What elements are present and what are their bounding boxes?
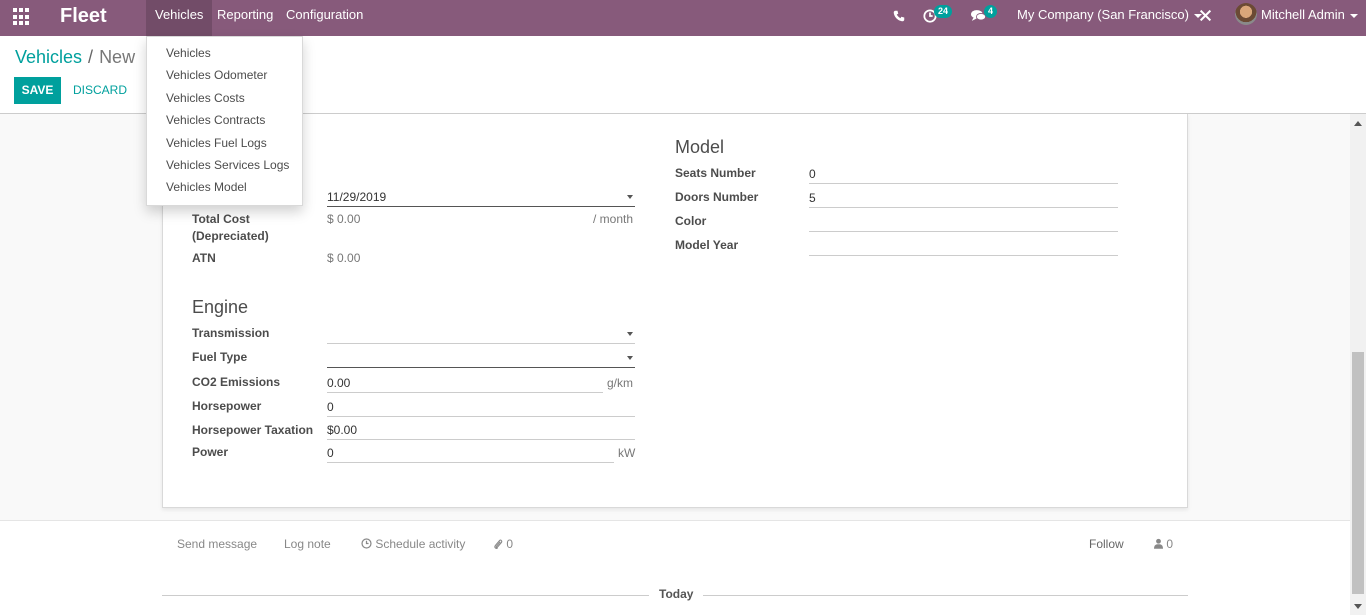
follow-button[interactable]: Follow xyxy=(1089,537,1124,551)
first-contract-date-value: 11/29/2019 xyxy=(327,190,387,204)
followers-button[interactable]: 0 xyxy=(1154,537,1173,551)
total-cost-unit: / month xyxy=(593,212,634,226)
dropdown-item-vehicles-costs[interactable]: Vehicles Costs xyxy=(147,87,302,109)
schedule-activity-label: Schedule activity xyxy=(375,537,466,551)
breadcrumb: Vehicles / New xyxy=(15,47,135,68)
vehicles-dropdown-menu: Vehicles Vehicles Odometer Vehicles Cost… xyxy=(146,36,303,206)
dropdown-item-vehicles[interactable]: Vehicles xyxy=(147,42,302,64)
menu-reporting[interactable]: Reporting xyxy=(208,0,282,36)
user-name: Mitchell Admin xyxy=(1261,7,1345,22)
today-label: Today xyxy=(649,587,704,601)
dropdown-item-vehicles-services-logs[interactable]: Vehicles Services Logs xyxy=(147,154,302,176)
transmission-select[interactable] xyxy=(327,324,635,344)
fuel-type-label: Fuel Type xyxy=(192,350,248,364)
activity-count-badge: 24 xyxy=(934,5,953,18)
company-name: My Company (San Francisco) xyxy=(1017,7,1189,22)
total-cost-label-line2: (Depreciated) xyxy=(192,229,269,243)
send-message-button[interactable]: Send message xyxy=(177,537,257,551)
user-icon xyxy=(1154,539,1163,550)
debug-tools-icon[interactable] xyxy=(1199,0,1212,36)
company-switcher[interactable]: My Company (San Francisco) xyxy=(1017,0,1202,36)
power-unit: kW xyxy=(618,446,636,460)
horsepower-taxation-input[interactable]: $0.00 xyxy=(327,420,635,440)
vertical-scrollbar[interactable] xyxy=(1350,114,1366,615)
total-cost-value: $ 0.00 xyxy=(327,212,361,226)
model-year-label: Model Year xyxy=(675,238,739,252)
dropdown-item-vehicles-fuel-logs[interactable]: Vehicles Fuel Logs xyxy=(147,132,302,154)
transmission-label: Transmission xyxy=(192,326,270,340)
chevron-down-icon xyxy=(627,195,633,199)
doors-number-input[interactable]: 5 xyxy=(809,188,1118,208)
paperclip-icon xyxy=(494,539,503,549)
chevron-down-icon xyxy=(627,332,633,336)
seats-number-input[interactable]: 0 xyxy=(809,164,1118,184)
co2-unit: g/km xyxy=(607,376,634,390)
dropdown-item-vehicles-model[interactable]: Vehicles Model xyxy=(147,176,302,198)
phone-icon[interactable] xyxy=(893,0,905,36)
co2-emissions-input[interactable]: 0.00 xyxy=(327,373,603,393)
top-navbar: Fleet Vehicles Reporting Configuration 2… xyxy=(0,0,1366,36)
atn-label: ATN xyxy=(192,251,216,265)
model-year-input[interactable] xyxy=(809,236,1118,256)
log-note-button[interactable]: Log note xyxy=(284,537,331,551)
user-avatar[interactable] xyxy=(1235,3,1257,25)
messages-chat-icon[interactable] xyxy=(971,0,986,36)
messages-count-badge: 4 xyxy=(984,5,998,18)
scroll-thumb[interactable] xyxy=(1352,352,1364,594)
dropdown-item-vehicles-contracts[interactable]: Vehicles Contracts xyxy=(147,109,302,131)
chevron-down-icon xyxy=(1349,13,1358,18)
scroll-down-arrow-icon[interactable] xyxy=(1354,604,1362,609)
chevron-down-icon xyxy=(627,356,633,360)
color-label: Color xyxy=(675,214,707,228)
first-contract-date-field[interactable]: 11/29/2019 xyxy=(327,187,635,207)
fuel-type-select[interactable] xyxy=(327,348,635,368)
menu-vehicles[interactable]: Vehicles xyxy=(146,0,213,36)
doors-number-label: Doors Number xyxy=(675,190,759,204)
attachments-count: 0 xyxy=(506,537,514,551)
seats-number-label: Seats Number xyxy=(675,166,756,180)
attachments-button[interactable]: 0 xyxy=(493,537,513,551)
atn-value: $ 0.00 xyxy=(327,251,361,265)
save-button[interactable]: SAVE xyxy=(14,77,61,104)
apps-grid-icon[interactable] xyxy=(13,8,31,26)
schedule-activity-button[interactable]: Schedule activity xyxy=(361,537,465,551)
horsepower-taxation-label: Horsepower Taxation xyxy=(192,423,314,437)
model-group-title: Model xyxy=(675,137,725,157)
breadcrumb-current: New xyxy=(99,47,136,67)
total-cost-label: Total Cost (Depreciated) xyxy=(192,211,269,245)
power-input[interactable]: 0 xyxy=(327,443,614,463)
user-menu[interactable]: Mitchell Admin xyxy=(1261,0,1358,36)
discard-button[interactable]: DISCARD xyxy=(73,77,127,104)
breadcrumb-separator: / xyxy=(88,47,94,67)
form-sheet: 11/29/2019 Total Cost (Depreciated) $ 0.… xyxy=(162,114,1188,508)
activity-clock-icon[interactable] xyxy=(923,0,937,36)
horsepower-input[interactable]: 0 xyxy=(327,397,635,417)
total-cost-label-line1: Total Cost xyxy=(192,212,250,226)
clock-icon xyxy=(361,538,372,549)
followers-count: 0 xyxy=(1166,537,1174,551)
chatter: Send message Log note Schedule activity … xyxy=(0,520,1350,615)
menu-configuration[interactable]: Configuration xyxy=(277,0,372,36)
co2-emissions-label: CO2 Emissions xyxy=(192,375,281,389)
engine-group-title: Engine xyxy=(192,297,249,317)
power-label: Power xyxy=(192,445,229,459)
app-brand[interactable]: Fleet xyxy=(60,5,107,28)
dropdown-item-vehicles-odometer[interactable]: Vehicles Odometer xyxy=(147,64,302,86)
scroll-up-arrow-icon[interactable] xyxy=(1354,121,1362,126)
horsepower-label: Horsepower xyxy=(192,399,262,413)
color-input[interactable] xyxy=(809,212,1118,232)
breadcrumb-vehicles-link[interactable]: Vehicles xyxy=(15,47,82,67)
